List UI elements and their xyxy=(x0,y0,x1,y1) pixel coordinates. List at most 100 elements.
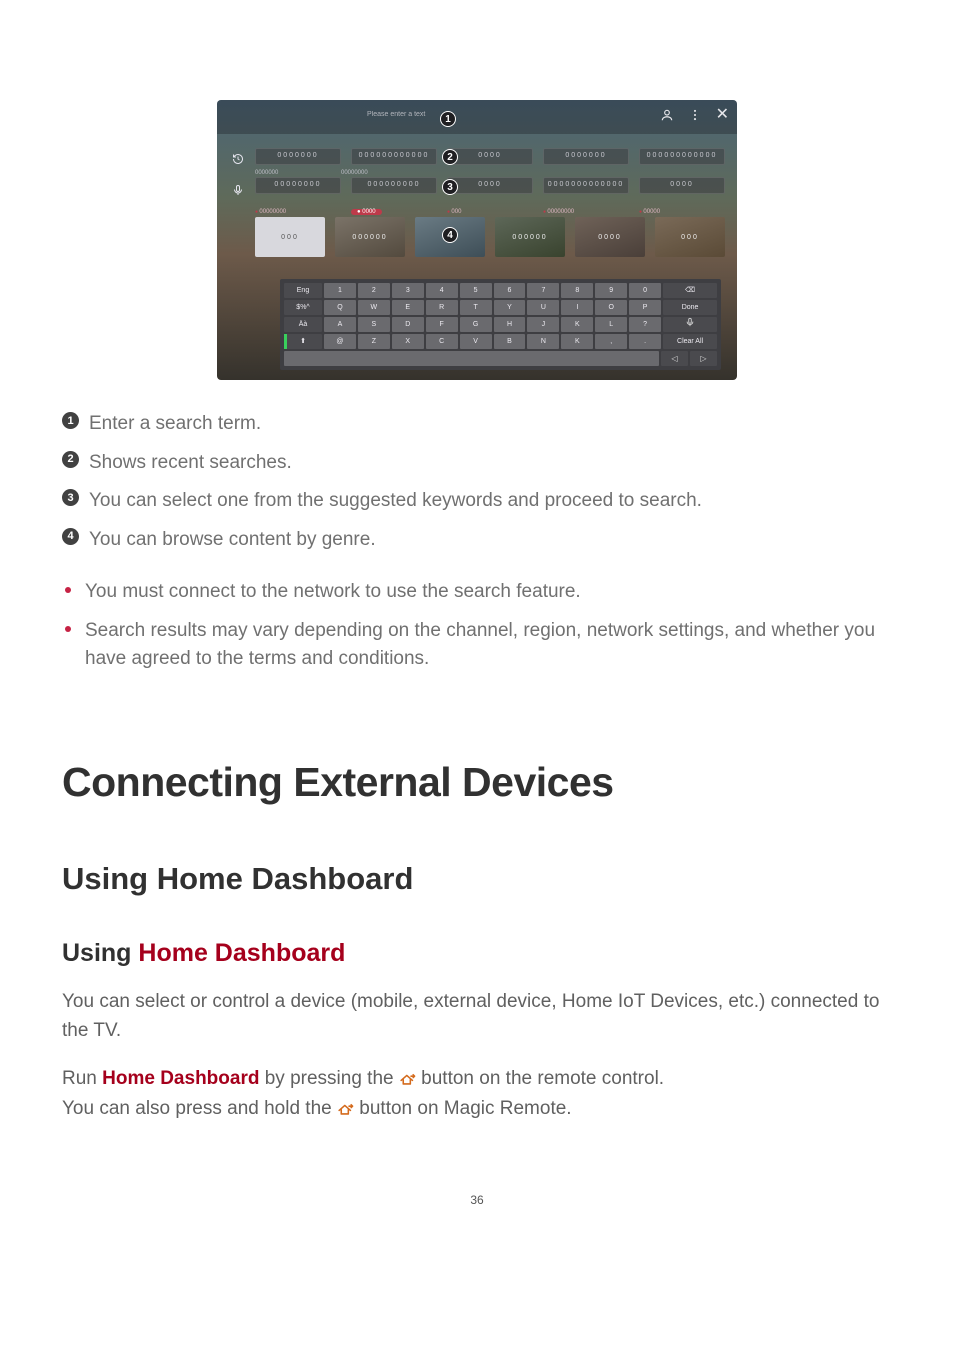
key[interactable]: N xyxy=(527,334,559,349)
key-done[interactable]: Done xyxy=(663,300,717,315)
key[interactable]: 7 xyxy=(527,283,559,298)
key-backspace[interactable]: ⌫ xyxy=(663,283,717,298)
key[interactable]: L xyxy=(595,317,627,332)
key[interactable]: S xyxy=(358,317,390,332)
key[interactable]: W xyxy=(358,300,390,315)
def-text: Shows recent searches. xyxy=(89,449,292,478)
chip[interactable]: 0000 xyxy=(447,177,533,194)
key[interactable]: 5 xyxy=(460,283,492,298)
key[interactable]: , xyxy=(595,334,627,349)
key[interactable]: @ xyxy=(324,334,356,349)
chip[interactable]: 000000000000 xyxy=(351,148,437,165)
key[interactable]: E xyxy=(392,300,424,315)
text: You can also press and hold the xyxy=(62,1098,337,1119)
key[interactable]: D xyxy=(392,317,424,332)
tile[interactable]: 000000 xyxy=(495,217,565,257)
text: button on Magic Remote. xyxy=(354,1098,572,1119)
notes-list: You must connect to the network to use t… xyxy=(62,578,892,674)
key[interactable]: 9 xyxy=(595,283,627,298)
key-symbols[interactable]: $%^ xyxy=(284,300,322,315)
history-icon[interactable] xyxy=(232,153,244,165)
key[interactable]: I xyxy=(561,300,593,315)
user-icon[interactable] xyxy=(660,108,674,122)
callout-3: 3 xyxy=(442,179,458,195)
tv-topbar: Please enter a text ✕ xyxy=(217,100,737,134)
key[interactable]: K xyxy=(561,317,593,332)
brand-name: Home Dashboard xyxy=(102,1068,259,1089)
paragraph: You can select or control a device (mobi… xyxy=(62,987,892,1046)
key[interactable]: R xyxy=(426,300,458,315)
mic-icon[interactable] xyxy=(232,184,244,196)
key[interactable]: 0 xyxy=(629,283,661,298)
key[interactable]: 8 xyxy=(561,283,593,298)
tile[interactable]: 000 xyxy=(655,217,725,257)
key[interactable]: H xyxy=(494,317,526,332)
key[interactable]: P xyxy=(629,300,661,315)
key[interactable]: B xyxy=(494,334,526,349)
key-lang[interactable]: Eng xyxy=(284,283,322,298)
key[interactable]: 2 xyxy=(358,283,390,298)
history-label: 0000000 xyxy=(255,170,278,176)
key[interactable]: 4 xyxy=(426,283,458,298)
text: Run xyxy=(62,1068,102,1089)
key[interactable]: 3 xyxy=(392,283,424,298)
home-dashboard-button-icon xyxy=(337,1102,354,1116)
key[interactable]: Z xyxy=(358,334,390,349)
text: by pressing the xyxy=(259,1068,398,1089)
suggested-label: 00000000 xyxy=(341,170,368,176)
bullet-2-icon: 2 xyxy=(62,451,79,468)
key-right[interactable]: ▷ xyxy=(690,351,717,366)
key[interactable]: ? xyxy=(629,317,661,332)
note-text: You must connect to the network to use t… xyxy=(85,578,581,607)
key-space[interactable] xyxy=(284,351,659,366)
key[interactable]: 1 xyxy=(324,283,356,298)
note-text: Search results may vary depending on the… xyxy=(85,617,892,674)
key[interactable]: J xyxy=(527,317,559,332)
key[interactable]: X xyxy=(392,334,424,349)
key[interactable]: V xyxy=(460,334,492,349)
chip[interactable]: 0000 xyxy=(447,148,533,165)
key[interactable]: G xyxy=(460,317,492,332)
text: button on the remote control. xyxy=(416,1068,664,1089)
key[interactable]: U xyxy=(527,300,559,315)
key[interactable]: A xyxy=(324,317,356,332)
section-heading: Connecting External Devices xyxy=(62,759,892,806)
on-screen-keyboard: Eng 1 2 3 4 5 6 7 8 9 0 ⌫ $%^ Q W E R T … xyxy=(280,279,721,370)
search-input-placeholder[interactable]: Please enter a text xyxy=(367,111,425,118)
recent-search-row: 0000000 000000000000 0000 0000000 000000… xyxy=(255,148,725,165)
key-voice[interactable] xyxy=(663,317,717,332)
bullet-dot-icon xyxy=(65,626,71,632)
key[interactable]: . xyxy=(629,334,661,349)
key[interactable]: Q xyxy=(324,300,356,315)
key-clear-all[interactable]: Clear All xyxy=(663,334,717,349)
chip[interactable]: 0000000 xyxy=(255,148,341,165)
tile[interactable]: 000000 xyxy=(335,217,405,257)
key[interactable]: Y xyxy=(494,300,526,315)
tile[interactable]: 0000 xyxy=(575,217,645,257)
def-text: Enter a search term. xyxy=(89,410,261,439)
callout-4: 4 xyxy=(442,227,458,243)
chip[interactable]: 0000 xyxy=(639,177,725,194)
chip[interactable]: 000000000000 xyxy=(639,148,725,165)
key[interactable]: O xyxy=(595,300,627,315)
def-text: You can browse content by genre. xyxy=(89,526,376,555)
paragraph: Run Home Dashboard by pressing the butto… xyxy=(62,1064,892,1123)
key[interactable]: K xyxy=(561,334,593,349)
key[interactable]: C xyxy=(426,334,458,349)
key[interactable]: T xyxy=(460,300,492,315)
def-text: You can select one from the suggested ke… xyxy=(89,487,702,516)
key-left[interactable]: ◁ xyxy=(661,351,688,366)
chip[interactable]: 0000000 xyxy=(543,148,629,165)
chip[interactable]: 000000000 xyxy=(351,177,437,194)
tile[interactable]: 000 xyxy=(255,217,325,257)
more-icon[interactable] xyxy=(688,108,702,122)
key[interactable]: F xyxy=(426,317,458,332)
key[interactable]: 6 xyxy=(494,283,526,298)
chip[interactable]: 00000000 xyxy=(255,177,341,194)
suggested-row: 00000000 000000000 0000 0000000000000 00… xyxy=(255,177,725,194)
key-shift[interactable]: ⬆ xyxy=(284,334,322,349)
key-accents[interactable]: Äà xyxy=(284,317,322,332)
chip[interactable]: 0000000000000 xyxy=(543,177,629,194)
close-icon[interactable]: ✕ xyxy=(716,108,729,122)
genre-tiles: 000 000000 00 000000 0000 000 xyxy=(255,217,725,257)
